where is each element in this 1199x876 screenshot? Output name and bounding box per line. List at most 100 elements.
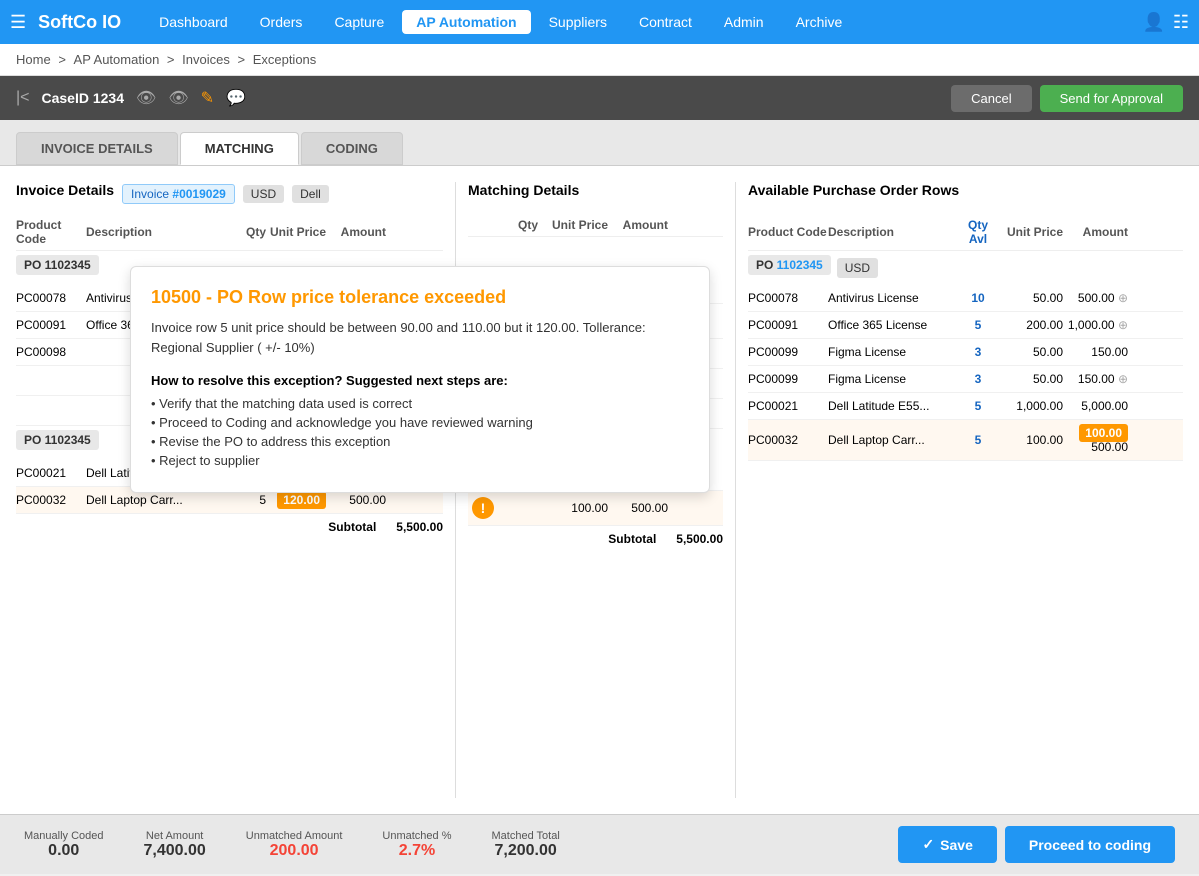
available-row: PC00078 Antivirus License 10 50.00 500.0…	[748, 285, 1183, 312]
available-currency-tag: USD	[837, 258, 878, 278]
breadcrumb-sep1: >	[58, 52, 69, 67]
nav-right-icons: 👤 ☷	[1142, 12, 1189, 33]
invoice-section-title: Invoice Details	[16, 182, 114, 198]
grid-icon[interactable]: ☷	[1173, 12, 1189, 33]
col-av-pc: Product Code	[748, 225, 828, 239]
available-row: PC00021 Dell Latitude E55... 5 1,000.00 …	[748, 393, 1183, 420]
col-m-up: Unit Price	[538, 218, 608, 232]
exception-tooltip: 10500 - PO Row price tolerance exceeded …	[130, 266, 710, 493]
currency-badge: USD	[243, 185, 284, 203]
manually-coded-label: Manually Coded	[24, 830, 104, 842]
case-header-actions: Cancel Send for Approval	[951, 85, 1183, 112]
matching-row-warn: ! 100.00 500.00	[468, 491, 723, 526]
available-row: PC00091 Office 365 License 5 200.00 1,00…	[748, 312, 1183, 339]
tab-invoice-details[interactable]: INVOICE DETAILS	[16, 132, 178, 165]
unmatched-amt-label: Unmatched Amount	[246, 830, 343, 842]
col-av-up: Unit Price	[998, 225, 1063, 239]
net-amount-label: Net Amount	[144, 830, 206, 842]
logo-text: SoftCo IO	[38, 12, 121, 33]
matched-total-label: Matched Total	[492, 830, 560, 842]
nav-archive[interactable]: Archive	[782, 10, 857, 34]
manually-coded-value: 0.00	[24, 842, 104, 860]
invoice-number-badge: Invoice #0019029	[122, 184, 235, 204]
tab-matching[interactable]: MATCHING	[180, 132, 299, 165]
tooltip-step: Verify that the matching data used is co…	[151, 396, 689, 411]
breadcrumb-sep2: >	[167, 52, 178, 67]
col-qty: Qty	[226, 225, 266, 239]
user-icon[interactable]: 👤	[1142, 12, 1164, 33]
breadcrumb-home[interactable]: Home	[16, 52, 51, 67]
matching-section-header: Matching Details	[468, 182, 723, 206]
tooltip-step: Revise the PO to address this exception	[151, 434, 689, 449]
invoice-table-header: Product Code Description Qty Unit Price …	[16, 214, 443, 251]
col-unit-price: Unit Price	[266, 225, 326, 239]
pencil-icon[interactable]: ✎	[201, 88, 214, 108]
save-button[interactable]: ✓ Save	[898, 826, 996, 863]
main-content: Invoice Details Invoice #0019029 USD Del…	[0, 166, 1199, 814]
stat-manually-coded: Manually Coded 0.00	[24, 830, 104, 860]
send-approval-button[interactable]: Send for Approval	[1040, 85, 1183, 112]
col-amount: Amount	[326, 225, 386, 239]
top-navigation: ☰ SoftCo IO Dashboard Orders Capture AP …	[0, 0, 1199, 44]
nav-ap-automation[interactable]: AP Automation	[402, 10, 530, 34]
matching-subtotal-row: Subtotal 5,500.00	[468, 526, 723, 552]
matching-subtotal-label: Subtotal	[608, 532, 656, 546]
eye-icon2[interactable]: 👁	[168, 88, 188, 108]
bottom-actions: ✓ Save Proceed to coding	[898, 826, 1175, 863]
nav-capture[interactable]: Capture	[320, 10, 398, 34]
tooltip-step: Reject to supplier	[151, 453, 689, 468]
net-amount-value: 7,400.00	[144, 842, 206, 860]
stat-unmatched-pct: Unmatched % 2.7%	[382, 830, 451, 860]
nav-dashboard[interactable]: Dashboard	[145, 10, 242, 34]
matched-total-value: 7,200.00	[492, 842, 560, 860]
nav-suppliers[interactable]: Suppliers	[535, 10, 621, 34]
nav-orders[interactable]: Orders	[246, 10, 317, 34]
warning-icon[interactable]: !	[472, 497, 494, 519]
save-label: Save	[940, 837, 973, 853]
invoice-num: #0019029	[172, 187, 225, 201]
breadcrumb: Home > AP Automation > Invoices > Except…	[0, 44, 1199, 76]
col-m-amt: Amount	[608, 218, 668, 232]
tooltip-step: Proceed to Coding and acknowledge you ha…	[151, 415, 689, 430]
col-av-qty: Qty Avl	[958, 218, 998, 246]
price-highlight: 120.00	[277, 491, 326, 509]
bottom-bar: Manually Coded 0.00 Net Amount 7,400.00 …	[0, 814, 1199, 874]
col-product-code: Product Code	[16, 218, 86, 246]
invoice-section-header: Invoice Details Invoice #0019029 USD Del…	[16, 182, 443, 206]
tabs-bar: INVOICE DETAILS MATCHING CODING	[0, 120, 1199, 166]
col-av-amt: Amount	[1063, 225, 1128, 239]
message-icon[interactable]: 💬	[226, 88, 246, 108]
col-av-desc: Description	[828, 225, 958, 239]
cancel-button[interactable]: Cancel	[951, 85, 1031, 112]
po-tag-2: PO 1102345	[16, 430, 99, 450]
po-tag-1: PO 1102345	[16, 255, 99, 275]
available-po-tag-row: PO 1102345 USD	[748, 251, 1183, 285]
available-po-title: Available Purchase Order Rows	[748, 182, 959, 198]
stat-matched-total: Matched Total 7,200.00	[492, 830, 560, 860]
matching-spacer	[468, 237, 723, 269]
logo: SoftCo IO	[38, 12, 121, 33]
breadcrumb-exceptions: Exceptions	[253, 52, 317, 67]
breadcrumb-ap[interactable]: AP Automation	[74, 52, 160, 67]
nav-admin[interactable]: Admin	[710, 10, 778, 34]
matching-table-header: Qty Unit Price Amount	[468, 214, 723, 237]
tooltip-steps-list: Verify that the matching data used is co…	[151, 396, 689, 468]
eye-icon[interactable]: 👁	[136, 88, 156, 108]
matching-section-title: Matching Details	[468, 182, 579, 198]
nav-contract[interactable]: Contract	[625, 10, 706, 34]
col-description: Description	[86, 225, 226, 239]
tooltip-title: 10500 - PO Row price tolerance exceeded	[151, 287, 689, 308]
stat-net-amount: Net Amount 7,400.00	[144, 830, 206, 860]
menu-icon[interactable]: ☰	[10, 12, 26, 33]
supplier-badge: Dell	[292, 185, 329, 203]
tab-coding[interactable]: CODING	[301, 132, 403, 165]
case-header: |< CaseID 1234 👁 👁 ✎ 💬 Cancel Send for A…	[0, 76, 1199, 120]
unmatched-amt-value: 200.00	[246, 842, 343, 860]
first-icon: |<	[16, 89, 30, 107]
tooltip-resolve-title: How to resolve this exception? Suggested…	[151, 373, 689, 388]
proceed-to-coding-button[interactable]: Proceed to coding	[1005, 826, 1175, 863]
subtotal-value: 5,500.00	[396, 520, 443, 534]
unmatched-pct-value: 2.7%	[382, 842, 451, 860]
breadcrumb-invoices[interactable]: Invoices	[182, 52, 230, 67]
available-price-highlight: 100.00	[1079, 424, 1128, 442]
